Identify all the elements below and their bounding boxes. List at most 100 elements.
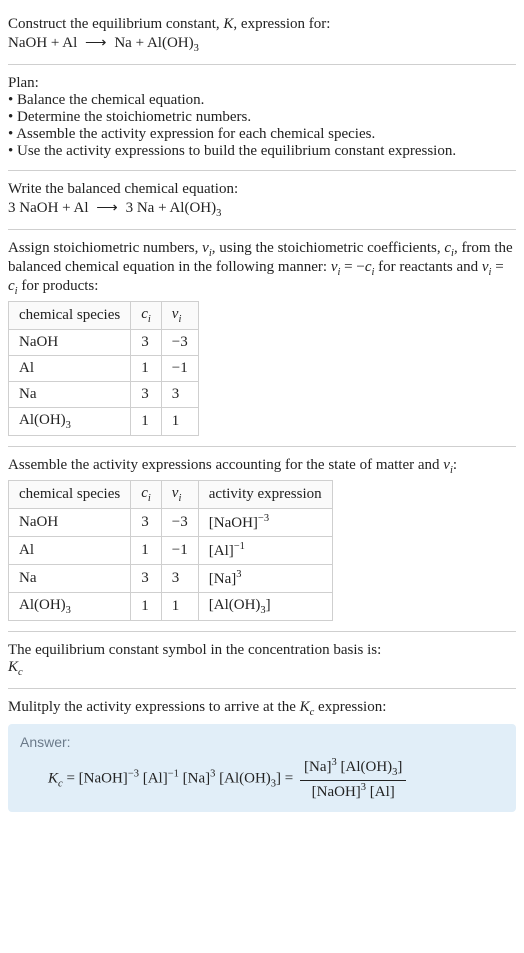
- plan-item: Assemble the activity expression for eac…: [8, 126, 516, 143]
- cell-nu: 1: [161, 593, 198, 621]
- num-b-tail: ]: [397, 759, 402, 775]
- table-header-row: chemical species ci νi activity expressi…: [9, 481, 333, 509]
- st-eq1c: = −: [340, 259, 364, 275]
- act-tail: ]: [266, 597, 271, 613]
- cell-nu: −1: [161, 356, 198, 382]
- activity-label: Assemble the activity expressions accoun…: [8, 457, 516, 476]
- cell-species-base: Al(OH): [19, 412, 66, 428]
- ans-eq: =: [63, 771, 79, 787]
- cell-nu: −1: [161, 537, 198, 565]
- den-a: [NaOH]: [312, 784, 361, 800]
- th-ci-base: c: [141, 485, 148, 501]
- cell-activity: [Al]−1: [198, 537, 332, 565]
- ans-f2: [Al]: [139, 771, 168, 787]
- mul-a: Mulitply the activity expressions to arr…: [8, 699, 300, 715]
- th-ci-base: c: [141, 306, 148, 322]
- unbalanced-equation: NaOH + Al ⟶ Na + Al(OH)3: [8, 33, 516, 54]
- answer-fraction: [Na]3 [Al(OH)3] [NaOH]3 [Al]: [300, 756, 406, 802]
- cell-nu: −3: [161, 330, 198, 356]
- balanced-label: Write the balanced chemical equation:: [8, 181, 516, 198]
- den-b: [Al]: [366, 784, 395, 800]
- multiply-label: Mulitply the activity expressions to arr…: [8, 699, 516, 718]
- cell-c: 1: [131, 356, 162, 382]
- st-eq2d: c: [8, 278, 15, 294]
- b-plus1: +: [58, 200, 73, 216]
- cell-species: Al: [9, 537, 131, 565]
- ans-f4: [Al(OH): [215, 771, 270, 787]
- cell-species-sub: 3: [66, 420, 71, 431]
- b-rhs2-sub: 3: [216, 208, 221, 219]
- st-nu: ν: [202, 240, 209, 256]
- cell-nu: 1: [161, 408, 198, 436]
- cell-species: Na: [9, 382, 131, 408]
- kc-base: K: [8, 659, 18, 675]
- act-base: [Na]: [209, 571, 236, 587]
- st-eq1d: c: [365, 259, 372, 275]
- th-nui: νi: [161, 302, 198, 330]
- cell-activity: [Al(OH)3]: [198, 593, 332, 621]
- al-d: :: [453, 457, 457, 473]
- al-a: Assemble the activity expressions accoun…: [8, 457, 443, 473]
- cell-c: 3: [131, 330, 162, 356]
- cell-c: 3: [131, 565, 162, 593]
- th-activity: activity expression: [198, 481, 332, 509]
- arrow-icon: ⟶: [92, 200, 122, 216]
- al-b: ν: [443, 457, 450, 473]
- table-row: Al(OH)3 1 1 [Al(OH)3]: [9, 593, 333, 621]
- st-c: c: [444, 240, 451, 256]
- kc-symbol: Kc: [8, 659, 516, 678]
- act-sup: −3: [258, 513, 269, 524]
- cell-c: 3: [131, 382, 162, 408]
- cell-c: 1: [131, 537, 162, 565]
- table-row: NaOH 3 −3 [NaOH]−3: [9, 509, 333, 537]
- st-eq2c: =: [491, 259, 503, 275]
- title-K: K: [223, 16, 233, 32]
- num-b: [Al(OH): [337, 759, 392, 775]
- cell-nu: −3: [161, 509, 198, 537]
- table-header-row: chemical species ci νi: [9, 302, 199, 330]
- ans-eq2: =: [285, 771, 297, 787]
- answer-equation: Kc = [NaOH]−3 [Al]−1 [Na]3 [Al(OH)3] = […: [20, 756, 504, 802]
- st-p4: for reactants and: [374, 259, 481, 275]
- ub-lhs2: Al: [62, 35, 77, 51]
- ub-plus1: +: [47, 35, 62, 51]
- title: Construct the equilibrium constant, K, e…: [8, 16, 516, 33]
- cell-activity: [Na]3: [198, 565, 332, 593]
- th-species: chemical species: [9, 481, 131, 509]
- ub-plus2: +: [132, 35, 147, 51]
- activity-table: chemical species ci νi activity expressi…: [8, 480, 333, 621]
- act-base: [Al(OH): [209, 597, 261, 613]
- th-ci-sub: i: [148, 493, 151, 504]
- balanced-section: Write the balanced chemical equation: 3 …: [8, 171, 516, 230]
- mul-b: K: [300, 699, 310, 715]
- th-ci: ci: [131, 302, 162, 330]
- act-sup: −1: [234, 541, 245, 552]
- b-rhs2: Al(OH): [169, 200, 216, 216]
- plan-label: Plan:: [8, 75, 516, 92]
- cell-activity: [NaOH]−3: [198, 509, 332, 537]
- cell-species: Al(OH)3: [9, 408, 131, 436]
- cell-species-base: Al(OH): [19, 597, 66, 613]
- act-base: [NaOH]: [209, 515, 258, 531]
- cell-c: 1: [131, 593, 162, 621]
- table-row: NaOH 3 −3: [9, 330, 199, 356]
- th-nui-sub: i: [178, 493, 181, 504]
- ans-f1: [NaOH]: [79, 771, 128, 787]
- plan-item: Use the activity expressions to build th…: [8, 143, 516, 160]
- table-row: Na 3 3 [Na]3: [9, 565, 333, 593]
- th-ci: ci: [131, 481, 162, 509]
- ans-f4-tail: ]: [276, 771, 285, 787]
- b-lhs1: 3 NaOH: [8, 200, 58, 216]
- cell-species: Na: [9, 565, 131, 593]
- b-lhs2: Al: [74, 200, 89, 216]
- answer-box: Answer: Kc = [NaOH]−3 [Al]−1 [Na]3 [Al(O…: [8, 724, 516, 812]
- title-suffix: , expression for:: [233, 16, 330, 32]
- th-nui: νi: [161, 481, 198, 509]
- b-plus2: +: [154, 200, 169, 216]
- kc-symbol-line: The equilibrium constant symbol in the c…: [8, 642, 516, 659]
- ans-f1-sup: −3: [128, 769, 139, 780]
- table-row: Al 1 −1 [Al]−1: [9, 537, 333, 565]
- mul-d: expression:: [314, 699, 386, 715]
- num-a: [Na]: [304, 759, 331, 775]
- title-section: Construct the equilibrium constant, K, e…: [8, 6, 516, 65]
